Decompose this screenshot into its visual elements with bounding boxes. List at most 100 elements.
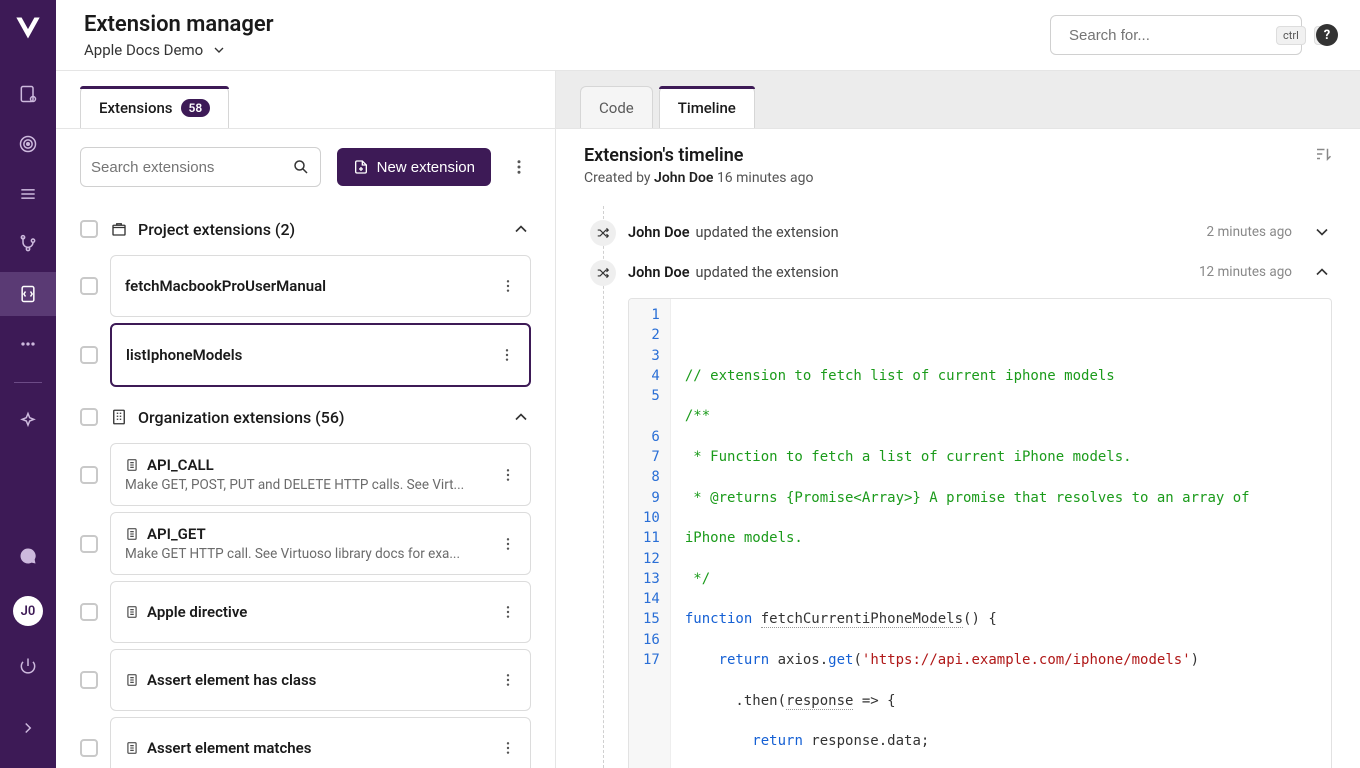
nav-item-more[interactable] <box>0 322 56 366</box>
global-search[interactable]: ctrl K <box>1050 15 1302 55</box>
tab-extensions-label: Extensions <box>99 99 173 117</box>
extension-checkbox[interactable] <box>80 603 98 621</box>
box-icon <box>110 220 128 238</box>
nav-item-extensions[interactable] <box>0 272 56 316</box>
extensions-search[interactable] <box>80 147 321 187</box>
extension-card[interactable]: fetchMacbookProUserManual <box>110 255 531 317</box>
project-name: Apple Docs Demo <box>84 41 203 59</box>
building-icon <box>110 408 128 426</box>
extension-card[interactable]: listIphoneModels <box>110 323 531 387</box>
nav-item-4[interactable] <box>0 222 56 266</box>
extension-checkbox[interactable] <box>80 346 98 364</box>
extension-more-button[interactable] <box>496 594 520 630</box>
tab-extensions-count: 58 <box>181 99 211 117</box>
extension-more-button[interactable] <box>496 457 520 493</box>
chat-icon[interactable] <box>0 534 56 578</box>
page-title: Extension manager <box>84 12 274 37</box>
nav-item-3[interactable] <box>0 172 56 216</box>
nav-item-ai[interactable] <box>0 399 56 443</box>
project-selector[interactable]: Apple Docs Demo <box>84 41 274 59</box>
extension-name: Assert element has class <box>125 671 486 689</box>
building-icon <box>125 673 139 687</box>
extension-row: API_CALL Make GET, POST, PUT and DELETE … <box>80 443 531 506</box>
code-snapshot: 1234567891011121314151617 // extension t… <box>628 298 1332 768</box>
extension-card[interactable]: API_GET Make GET HTTP call. See Virtuoso… <box>110 512 531 575</box>
expand-toggle[interactable] <box>1312 262 1332 282</box>
extension-row: Apple directive <box>80 581 531 643</box>
extension-card[interactable]: Assert element has class <box>110 649 531 711</box>
extension-card[interactable]: API_CALL Make GET, POST, PUT and DELETE … <box>110 443 531 506</box>
chevron-up-icon[interactable] <box>511 219 531 239</box>
timeline-title: Extension's timeline <box>584 145 813 166</box>
extension-name: Assert element matches <box>125 739 486 757</box>
extension-more-button[interactable] <box>496 662 520 698</box>
extension-row: Assert element matches <box>80 717 531 768</box>
event-action: updated the extension <box>696 264 839 281</box>
extensions-search-input[interactable] <box>91 159 292 176</box>
global-search-input[interactable] <box>1069 27 1268 44</box>
help-button[interactable]: ? <box>1316 24 1338 46</box>
extension-row: API_GET Make GET HTTP call. See Virtuoso… <box>80 512 531 575</box>
dots-vertical-icon <box>500 278 516 294</box>
dots-vertical-icon <box>500 672 516 688</box>
chevron-up-icon[interactable] <box>511 407 531 427</box>
sort-button[interactable] <box>1314 145 1332 163</box>
tab-code[interactable]: Code <box>580 86 653 128</box>
dots-vertical-icon <box>500 604 516 620</box>
tab-code-label: Code <box>599 99 634 117</box>
group-project-label: Project extensions (2) <box>138 220 295 239</box>
rail-bottom: J0 <box>0 534 56 768</box>
extension-desc: Make GET, POST, PUT and DELETE HTTP call… <box>125 477 486 493</box>
tab-extensions[interactable]: Extensions 58 <box>80 86 229 128</box>
extension-more-button[interactable] <box>496 730 520 766</box>
detail-pane: Code Timeline Extension's timeline Creat… <box>556 71 1360 768</box>
extension-checkbox[interactable] <box>80 739 98 757</box>
group-project-header[interactable]: Project extensions (2) <box>80 205 531 249</box>
new-extension-button[interactable]: New extension <box>337 148 491 186</box>
expand-rail-icon[interactable] <box>0 706 56 750</box>
expand-toggle[interactable] <box>1312 222 1332 242</box>
extension-name: API_GET <box>125 525 486 543</box>
rail-nav <box>0 72 56 443</box>
extension-name: listIphoneModels <box>126 346 485 364</box>
extension-checkbox[interactable] <box>80 466 98 484</box>
dots-vertical-icon <box>500 536 516 552</box>
extension-more-button[interactable] <box>496 268 520 304</box>
extensions-more-button[interactable] <box>507 149 531 185</box>
extension-checkbox[interactable] <box>80 277 98 295</box>
extension-card[interactable]: Assert element matches <box>110 717 531 768</box>
event-time: 2 minutes ago <box>1207 224 1292 240</box>
power-icon[interactable] <box>0 644 56 688</box>
group-project-checkbox[interactable] <box>80 220 98 238</box>
timeline-subtitle: Created by John Doe 16 minutes ago <box>584 170 813 186</box>
timeline-item: John Doe updated the extension 12 minute… <box>584 262 1332 768</box>
extension-card[interactable]: Apple directive <box>110 581 531 643</box>
nav-item-1[interactable] <box>0 72 56 116</box>
dots-vertical-icon <box>500 740 516 756</box>
nav-item-2[interactable] <box>0 122 56 166</box>
rail-divider <box>14 382 42 383</box>
sort-icon <box>1314 145 1332 163</box>
extensions-pane: Extensions 58 New extension <box>56 71 556 768</box>
extension-more-button[interactable] <box>495 337 519 373</box>
group-org-header[interactable]: Organization extensions (56) <box>80 393 531 437</box>
avatar[interactable]: J0 <box>13 596 43 626</box>
chevron-down-icon <box>1312 222 1332 242</box>
group-org-checkbox[interactable] <box>80 408 98 426</box>
extension-row: listIphoneModels <box>80 323 531 387</box>
dots-vertical-icon <box>499 347 515 363</box>
extension-name: Apple directive <box>125 603 486 621</box>
code-gutter: 1234567891011121314151617 <box>629 299 671 768</box>
tab-timeline[interactable]: Timeline <box>659 86 755 128</box>
topbar: Extension manager Apple Docs Demo ctrl K… <box>56 0 1360 71</box>
timeline-item: John Doe updated the extension 2 minutes… <box>584 222 1332 242</box>
timeline-list: John Doe updated the extension 2 minutes… <box>556 196 1360 768</box>
building-icon <box>125 527 139 541</box>
event-author: John Doe <box>628 224 690 241</box>
extension-checkbox[interactable] <box>80 535 98 553</box>
left-rail: J0 <box>0 0 56 768</box>
tab-timeline-label: Timeline <box>678 99 736 117</box>
extension-more-button[interactable] <box>496 526 520 562</box>
kbd-ctrl: ctrl <box>1276 26 1306 45</box>
extension-checkbox[interactable] <box>80 671 98 689</box>
